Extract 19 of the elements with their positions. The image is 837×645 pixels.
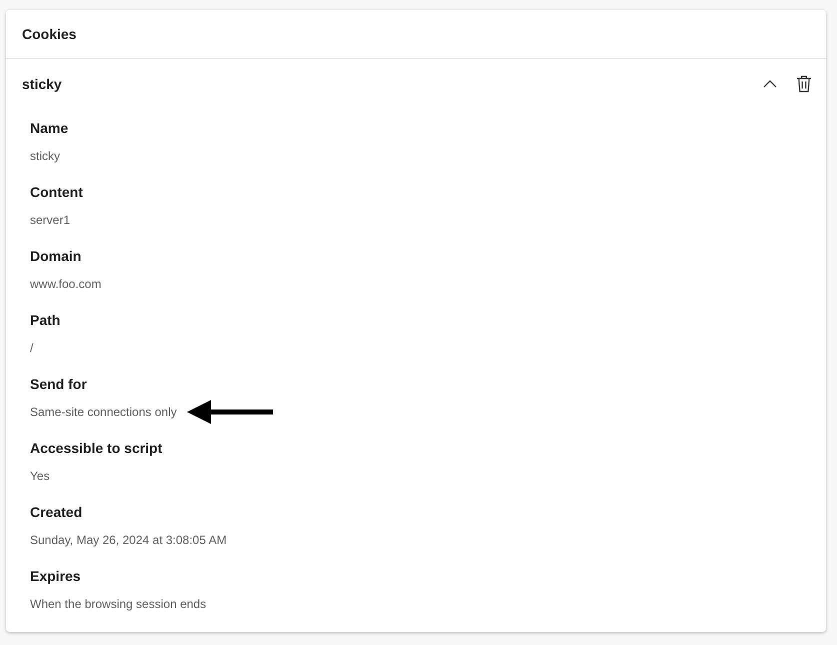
- panel-title: Cookies: [22, 26, 76, 42]
- field-label: Domain: [30, 247, 82, 266]
- field-value: /: [30, 341, 34, 355]
- field-value: When the browsing session ends: [30, 597, 206, 611]
- field-label: Path: [30, 311, 60, 330]
- field-label: Name: [30, 119, 68, 138]
- field-value: www.foo.com: [30, 277, 102, 291]
- cookie-name: sticky: [22, 76, 63, 92]
- field-value: server1: [30, 213, 70, 227]
- field-label: Content: [30, 183, 83, 202]
- field-value: Same-site connections only: [30, 405, 177, 419]
- trash-icon: [796, 74, 812, 92]
- field-value: Sunday, May 26, 2024 at 3:08:05 AM: [30, 533, 227, 547]
- field-label: Accessible to script: [30, 439, 162, 458]
- field-label: Created: [30, 503, 82, 522]
- field-label: Expires: [30, 567, 81, 586]
- field-value: sticky: [30, 149, 60, 163]
- field-value: Yes: [30, 469, 50, 483]
- field-label: Send for: [30, 375, 87, 394]
